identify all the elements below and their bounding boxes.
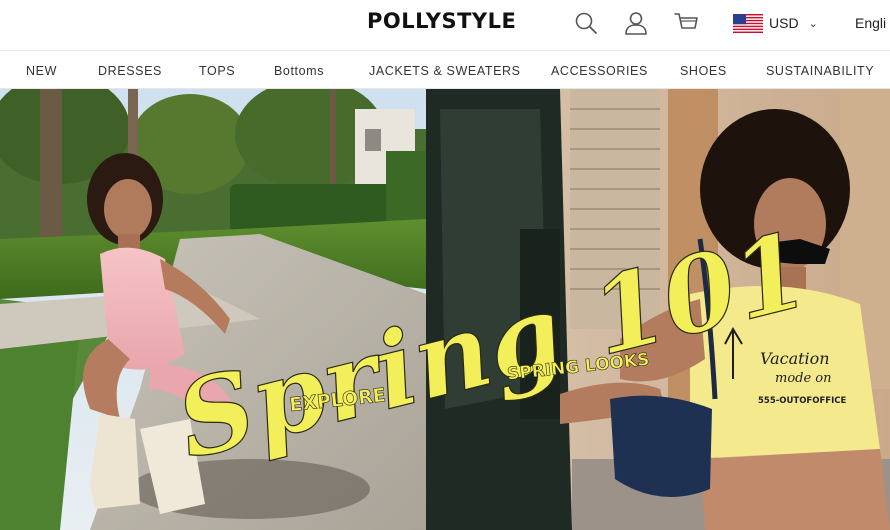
us-flag-icon (733, 13, 763, 33)
nav-item-accessories[interactable]: ACCESSORIES (551, 64, 648, 78)
cart-icon[interactable] (673, 10, 699, 36)
shirt-print-line3: 555-OUTOFOFFICE (758, 396, 846, 406)
site-header: POLLYSTYLE USD ⌄ Engli (0, 0, 890, 50)
search-icon[interactable] (573, 10, 599, 36)
chevron-down-icon: ⌄ (808, 17, 818, 30)
nav-item-new[interactable]: NEW (26, 64, 57, 78)
nav-item-dresses[interactable]: DRESSES (98, 64, 162, 78)
nav-item-jackets-sweaters[interactable]: JACKETS & SWEATERS (369, 64, 521, 78)
shirt-print-line2: mode on (775, 371, 832, 386)
nav-item-bottoms[interactable]: Bottoms (274, 64, 324, 78)
nav-item-sustainability[interactable]: SUSTAINABILITY (766, 64, 874, 78)
hero-banner[interactable]: Vacation mode on 555-OUTOFOFFICE Spring … (0, 89, 890, 530)
currency-code: USD (769, 15, 799, 31)
account-icon[interactable] (623, 10, 649, 36)
language-selector[interactable]: Engli (855, 15, 886, 31)
nav-item-tops[interactable]: TOPS (199, 64, 235, 78)
brand-logo[interactable]: POLLYSTYLE (367, 9, 516, 33)
hero-image: Vacation mode on 555-OUTOFOFFICE Spring … (0, 89, 890, 530)
currency-selector[interactable]: USD ⌄ (733, 12, 818, 34)
shirt-print-line1: Vacation (760, 349, 830, 368)
nav-item-shoes[interactable]: SHOES (680, 64, 727, 78)
main-nav: NEW DRESSES TOPS Bottoms JACKETS & SWEAT… (0, 50, 890, 89)
